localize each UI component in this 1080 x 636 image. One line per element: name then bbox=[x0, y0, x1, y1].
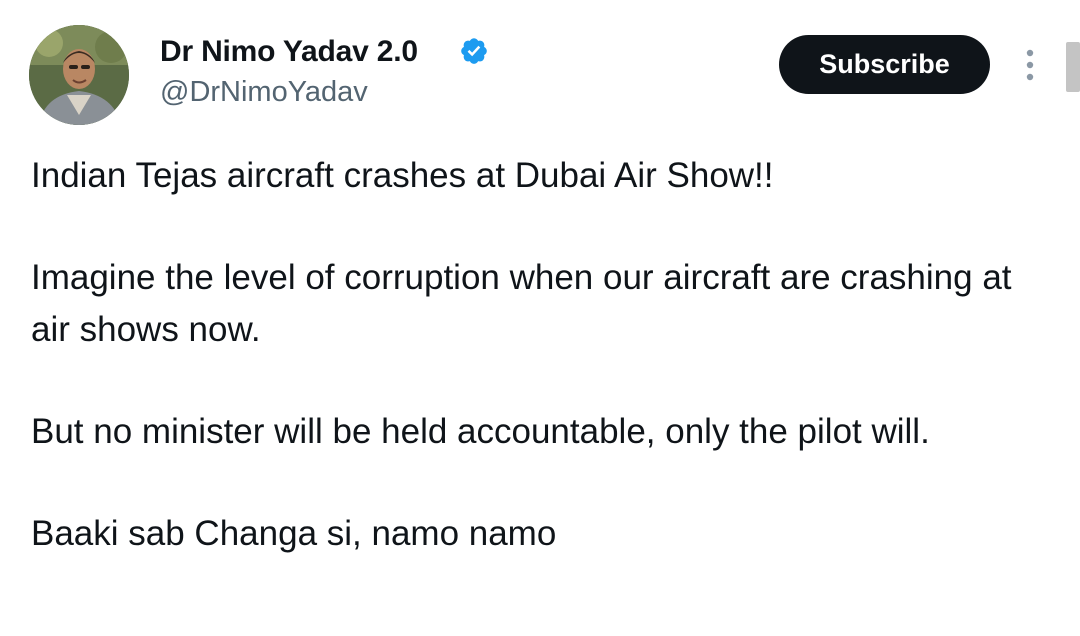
tweet-paragraph: But no minister will be held accountable… bbox=[31, 412, 930, 451]
author-display-name[interactable]: Dr Nimo Yadav 2.0 bbox=[160, 34, 418, 70]
avatar[interactable] bbox=[29, 25, 129, 125]
tweet-card: Dr Nimo Yadav 2.0 @DrNimoYadav Subscribe… bbox=[0, 0, 1080, 636]
scrollbar[interactable] bbox=[1066, 42, 1080, 92]
tweet-text: Indian Tejas aircraft crashes at Dubai A… bbox=[31, 150, 1051, 560]
tweet-paragraph: Indian Tejas aircraft crashes at Dubai A… bbox=[31, 156, 774, 195]
verified-badge-icon bbox=[461, 38, 487, 64]
tweet-paragraph: Baaki sab Changa si, namo namo bbox=[31, 514, 557, 553]
subscribe-button[interactable]: Subscribe bbox=[779, 35, 990, 94]
author-handle[interactable]: @DrNimoYadav bbox=[160, 74, 368, 110]
more-vertical-icon[interactable] bbox=[1018, 46, 1042, 86]
tweet-paragraph: Imagine the level of corruption when our… bbox=[31, 258, 1012, 349]
profile-photo-icon bbox=[29, 25, 129, 125]
